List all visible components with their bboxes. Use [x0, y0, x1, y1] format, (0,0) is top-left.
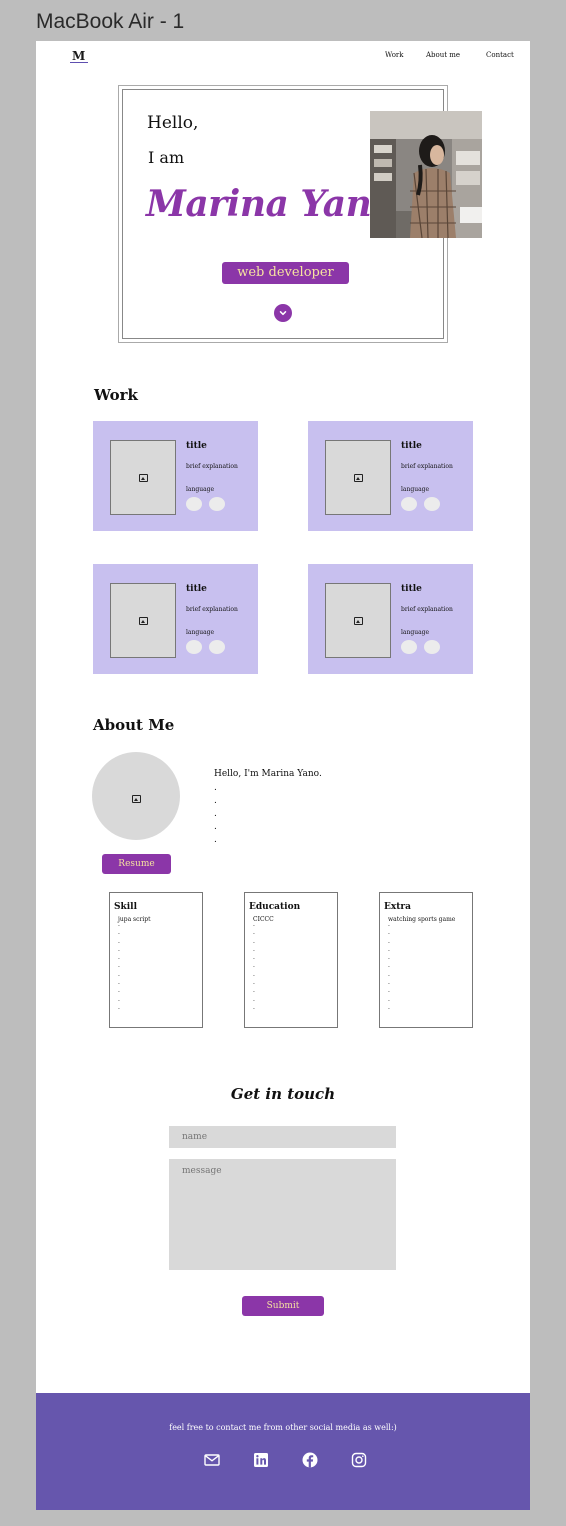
language-badge	[401, 497, 417, 511]
extra-item: watching sports game	[388, 916, 456, 923]
work-card-title: title	[401, 584, 422, 594]
language-badge	[209, 497, 225, 511]
work-card-language: language	[186, 486, 215, 493]
image-icon	[139, 617, 148, 625]
work-card[interactable]: title brief explanation language	[308, 421, 473, 531]
work-card-explanation: brief explanation	[401, 606, 453, 613]
linkedin-icon[interactable]	[253, 1452, 269, 1468]
skill-bullets: . . . . . . . . . . .	[118, 921, 120, 1011]
work-card[interactable]: title brief explanation language	[93, 564, 258, 674]
work-card-explanation: brief explanation	[186, 463, 238, 470]
language-badge	[424, 640, 440, 654]
contact-heading: Get in touch	[230, 1085, 336, 1103]
work-heading: Work	[94, 386, 138, 404]
education-title: Education	[249, 902, 301, 912]
work-card-thumbnail	[110, 583, 176, 658]
avatar	[92, 752, 180, 840]
work-card-title: title	[401, 441, 422, 451]
footer: feel free to contact me from other socia…	[36, 1393, 530, 1510]
language-badge	[186, 497, 202, 511]
work-card-language: language	[401, 629, 430, 636]
extra-title: Extra	[384, 902, 411, 912]
about-intro: Hello, I'm Marina Yano.	[214, 769, 322, 779]
work-card-thumbnail	[325, 440, 391, 515]
footer-text: feel free to contact me from other socia…	[169, 1423, 397, 1432]
mail-icon[interactable]	[204, 1452, 220, 1468]
hero-name: Marina Yano	[146, 183, 395, 225]
profile-photo-image	[370, 111, 482, 238]
extra-box: Extra watching sports game . . . . . . .…	[379, 892, 473, 1028]
profile-photo	[370, 111, 482, 238]
chevron-down-icon	[279, 311, 287, 316]
work-card-explanation: brief explanation	[186, 606, 238, 613]
education-item: CICCC	[253, 916, 274, 923]
hero-intro: I am	[148, 148, 185, 167]
work-card[interactable]: title brief explanation language	[308, 564, 473, 674]
skill-title: Skill	[114, 902, 137, 912]
image-icon	[354, 617, 363, 625]
language-badge	[209, 640, 225, 654]
language-badge	[186, 640, 202, 654]
skill-item: jupa script	[118, 916, 151, 923]
image-icon	[354, 474, 363, 482]
frame-title: MacBook Air - 1	[36, 10, 185, 33]
language-badge	[401, 640, 417, 654]
work-card[interactable]: title brief explanation language	[93, 421, 258, 531]
work-card-thumbnail	[325, 583, 391, 658]
skill-box: Skill jupa script . . . . . . . . . . .	[109, 892, 203, 1028]
work-card-title: title	[186, 441, 207, 451]
scroll-down-button[interactable]	[274, 304, 292, 322]
logo-underline	[70, 62, 88, 63]
about-bullets: . . . . .	[214, 783, 217, 845]
image-icon	[132, 795, 141, 803]
resume-button[interactable]: Resume	[102, 854, 171, 874]
nav-item-about-me[interactable]: About me	[426, 51, 460, 59]
education-box: Education CICCC . . . . . . . . . . .	[244, 892, 338, 1028]
nav-item-work[interactable]: Work	[385, 51, 404, 59]
image-icon	[139, 474, 148, 482]
language-badge	[424, 497, 440, 511]
message-textarea[interactable]	[169, 1159, 396, 1270]
page-canvas: M Work About me Contact Hello, I am Mari…	[36, 41, 530, 1510]
education-bullets: . . . . . . . . . . .	[253, 921, 255, 1011]
nav-item-contact[interactable]: Contact	[486, 51, 514, 59]
name-input[interactable]	[169, 1126, 396, 1148]
instagram-icon[interactable]	[351, 1452, 367, 1468]
work-card-thumbnail	[110, 440, 176, 515]
work-card-language: language	[186, 629, 215, 636]
work-card-language: language	[401, 486, 430, 493]
work-card-title: title	[186, 584, 207, 594]
extra-bullets: . . . . . . . . . . .	[388, 921, 390, 1011]
hero-greeting: Hello,	[147, 113, 199, 133]
submit-button[interactable]: Submit	[242, 1296, 324, 1316]
work-card-explanation: brief explanation	[401, 463, 453, 470]
facebook-icon[interactable]	[302, 1452, 318, 1468]
role-button[interactable]: web developer	[222, 262, 349, 284]
about-heading: About Me	[93, 716, 175, 734]
site-logo[interactable]: M	[72, 49, 85, 63]
